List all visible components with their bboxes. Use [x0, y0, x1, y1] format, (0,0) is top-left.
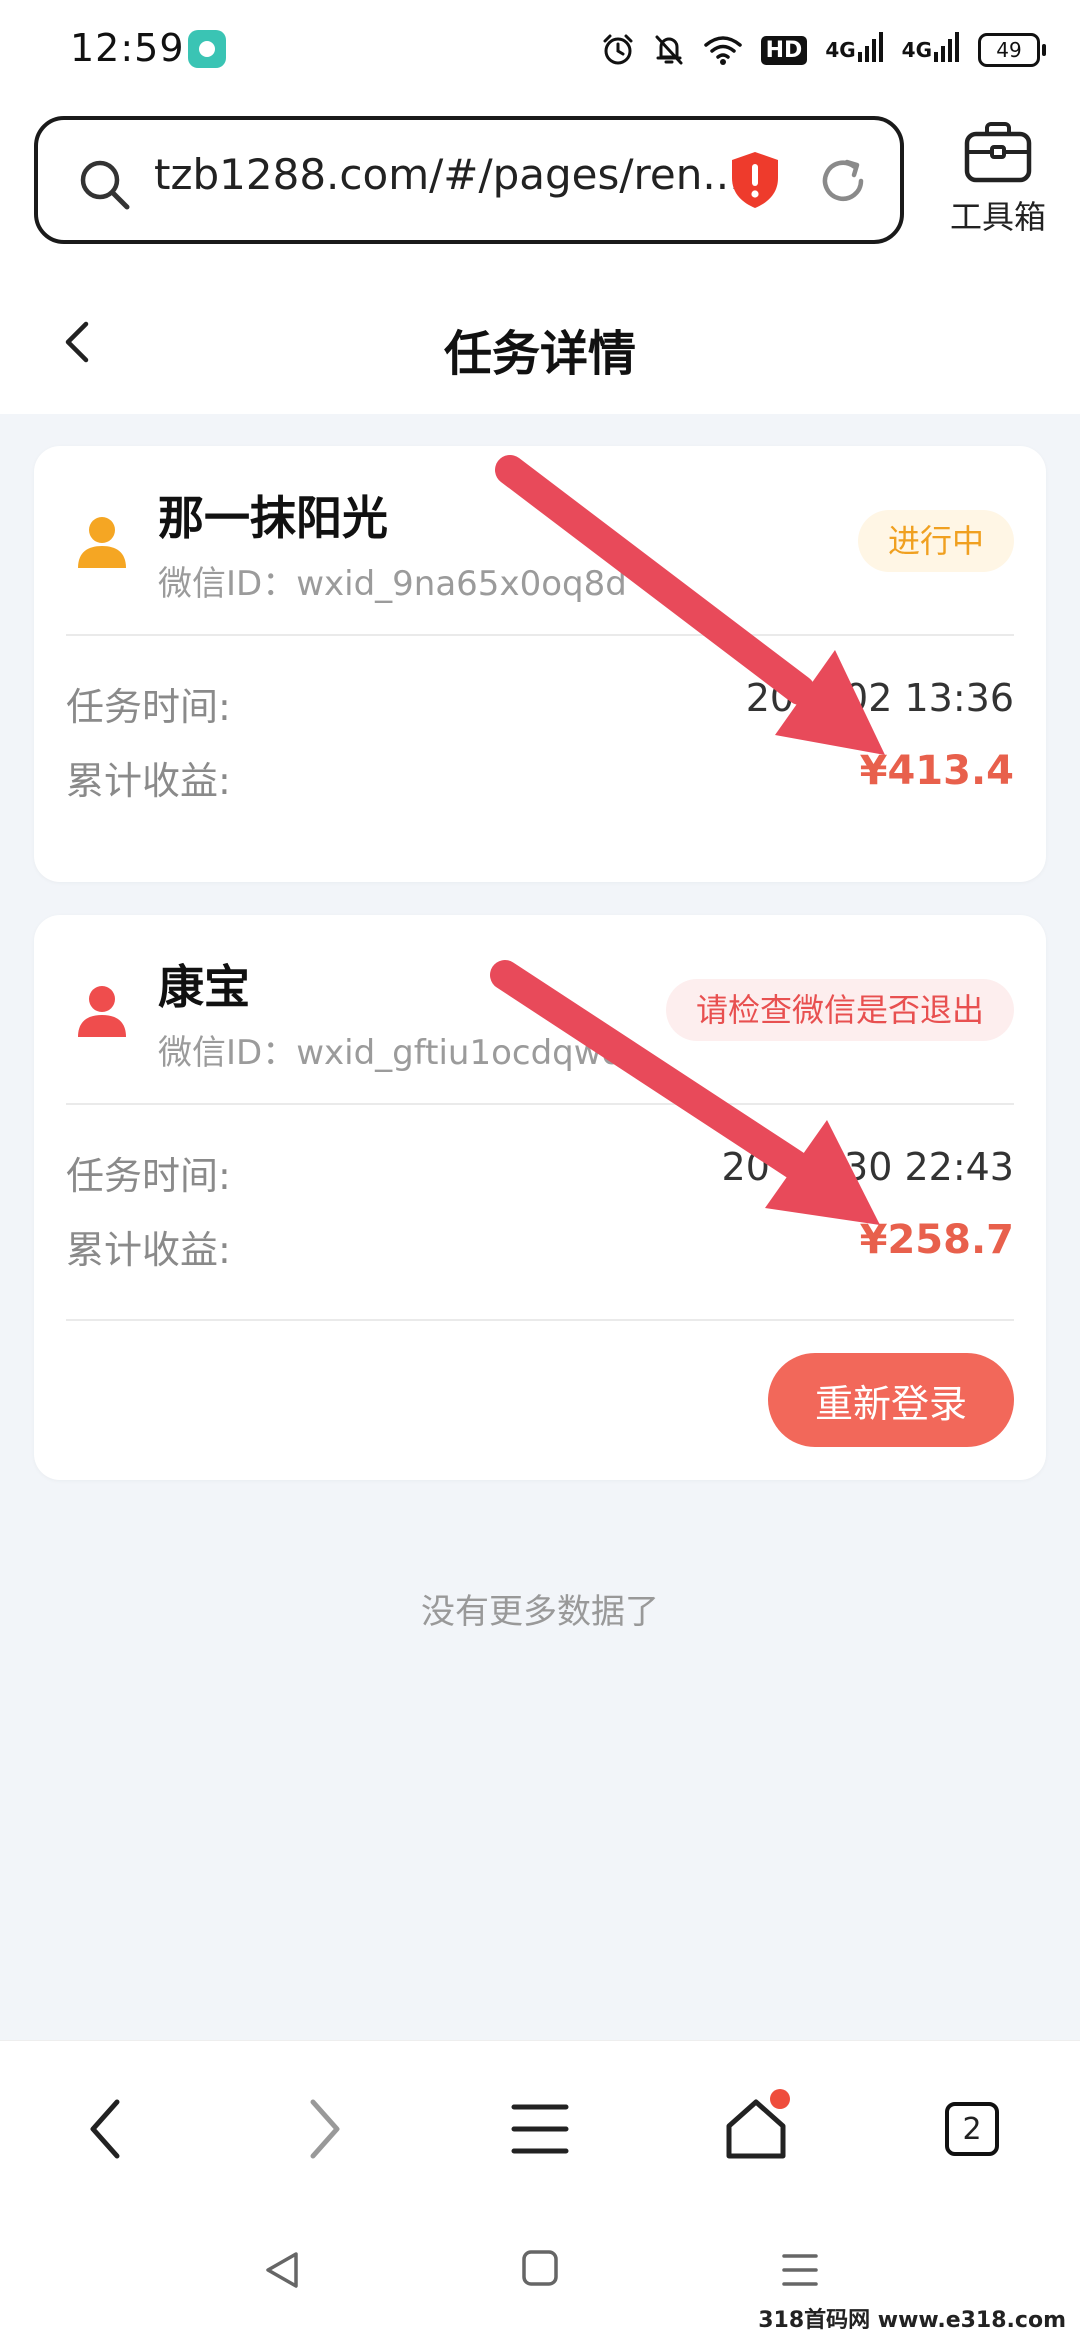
earnings-label: 累计收益:: [66, 759, 231, 803]
toolbox-icon: [964, 122, 1032, 183]
wechat-id: 微信ID：wxid_gftiu1ocdqwo: [158, 1033, 623, 1073]
browser-address-bar: tzb1288.com/#/pages/ren... 工具箱: [0, 100, 1080, 270]
task-user-name: 康宝: [158, 960, 250, 1014]
browser-menu-button[interactable]: [500, 2089, 580, 2169]
url-text[interactable]: tzb1288.com/#/pages/ren...: [154, 150, 742, 199]
browser-toolbar: 2: [0, 2040, 1080, 2205]
browser-forward-button[interactable]: [284, 2089, 364, 2169]
menu-icon: [511, 2104, 569, 2154]
nav-home-icon[interactable]: [520, 2248, 560, 2288]
tab-count: 2: [945, 2102, 999, 2156]
divider: [66, 634, 1014, 636]
status-badge: 进行中: [857, 510, 1014, 572]
nav-recents-icon[interactable]: [778, 2248, 822, 2292]
chevron-right-icon: [310, 2099, 340, 2159]
task-time-value: 202 -02 13:36: [745, 676, 1014, 720]
task-user-name: 那一抹阳光: [158, 491, 388, 545]
nav-back-icon[interactable]: [260, 2248, 304, 2292]
browser-tabs-button[interactable]: 2: [932, 2089, 1012, 2169]
divider: [66, 1103, 1014, 1105]
battery-indicator: 49: [978, 33, 1046, 67]
status-badge: 请检查微信是否退出: [665, 979, 1014, 1041]
browser-back-button[interactable]: [66, 2089, 146, 2169]
reload-icon[interactable]: [816, 154, 870, 208]
alarm-icon: [603, 34, 633, 65]
mute-bell-icon: [655, 35, 683, 65]
relogin-button[interactable]: 重新登录: [768, 1353, 1014, 1447]
task-time-label: 任务时间:: [66, 685, 231, 729]
earnings-value: ¥258.7: [859, 1217, 1014, 1263]
status-icons: HD 4G 4G 49: [601, 28, 1046, 72]
network-type-label: 4G: [901, 38, 932, 62]
wechat-id: 微信ID：wxid_9na65x0oq8dr22: [158, 564, 628, 604]
user-avatar-icon: [78, 986, 126, 1037]
task-card: 那一抹阳光 微信ID：wxid_9na65x0oq8dr22 进行中 任务时间:…: [34, 446, 1046, 882]
task-time-label: 任务时间:: [66, 1154, 231, 1198]
chevron-left-icon: [90, 2099, 120, 2159]
hd-voice-badge: HD: [760, 35, 808, 65]
status-bar: 12:59 HD 4G 4G 49: [0, 0, 1080, 100]
earnings-value: ¥413.4: [859, 748, 1014, 794]
signal-bars-icon: [934, 32, 959, 62]
signal-bars-icon: [857, 32, 883, 62]
earnings-label: 累计收益:: [66, 1228, 231, 1272]
signal-4g-1: 4G: [825, 32, 883, 62]
page-header: 任务详情: [0, 270, 1080, 414]
watermark-text: 318首码网 www.e318.com: [758, 2308, 1066, 2333]
browser-home-button[interactable]: [716, 2089, 796, 2169]
wifi-icon: [703, 36, 742, 65]
task-card: 康宝 微信ID：wxid_gftiu1ocdqwo 请检查微信是否退出 任务时间…: [34, 915, 1046, 1480]
app-notification-icon: [188, 30, 226, 68]
url-field[interactable]: tzb1288.com/#/pages/ren...: [34, 116, 904, 244]
signal-4g-2: 4G: [901, 32, 960, 62]
divider: [66, 1319, 1014, 1321]
no-more-data-text: 没有更多数据了: [421, 1592, 659, 1632]
search-icon: [80, 160, 130, 210]
toolbox-button[interactable]: 工具箱: [938, 122, 1058, 238]
status-time: 12:59: [70, 26, 185, 70]
page-title: 任务详情: [443, 326, 636, 382]
security-warning-shield-icon[interactable]: [728, 150, 782, 210]
task-time-value: 20 11-30 22:43: [721, 1145, 1014, 1189]
system-navigation-bar: 318首码网 www.e318.com: [0, 2204, 1080, 2340]
toolbox-label: 工具箱: [949, 198, 1046, 236]
network-type-label: 4G: [825, 38, 856, 62]
user-avatar-icon: [78, 517, 126, 568]
notification-dot: [770, 2089, 790, 2109]
